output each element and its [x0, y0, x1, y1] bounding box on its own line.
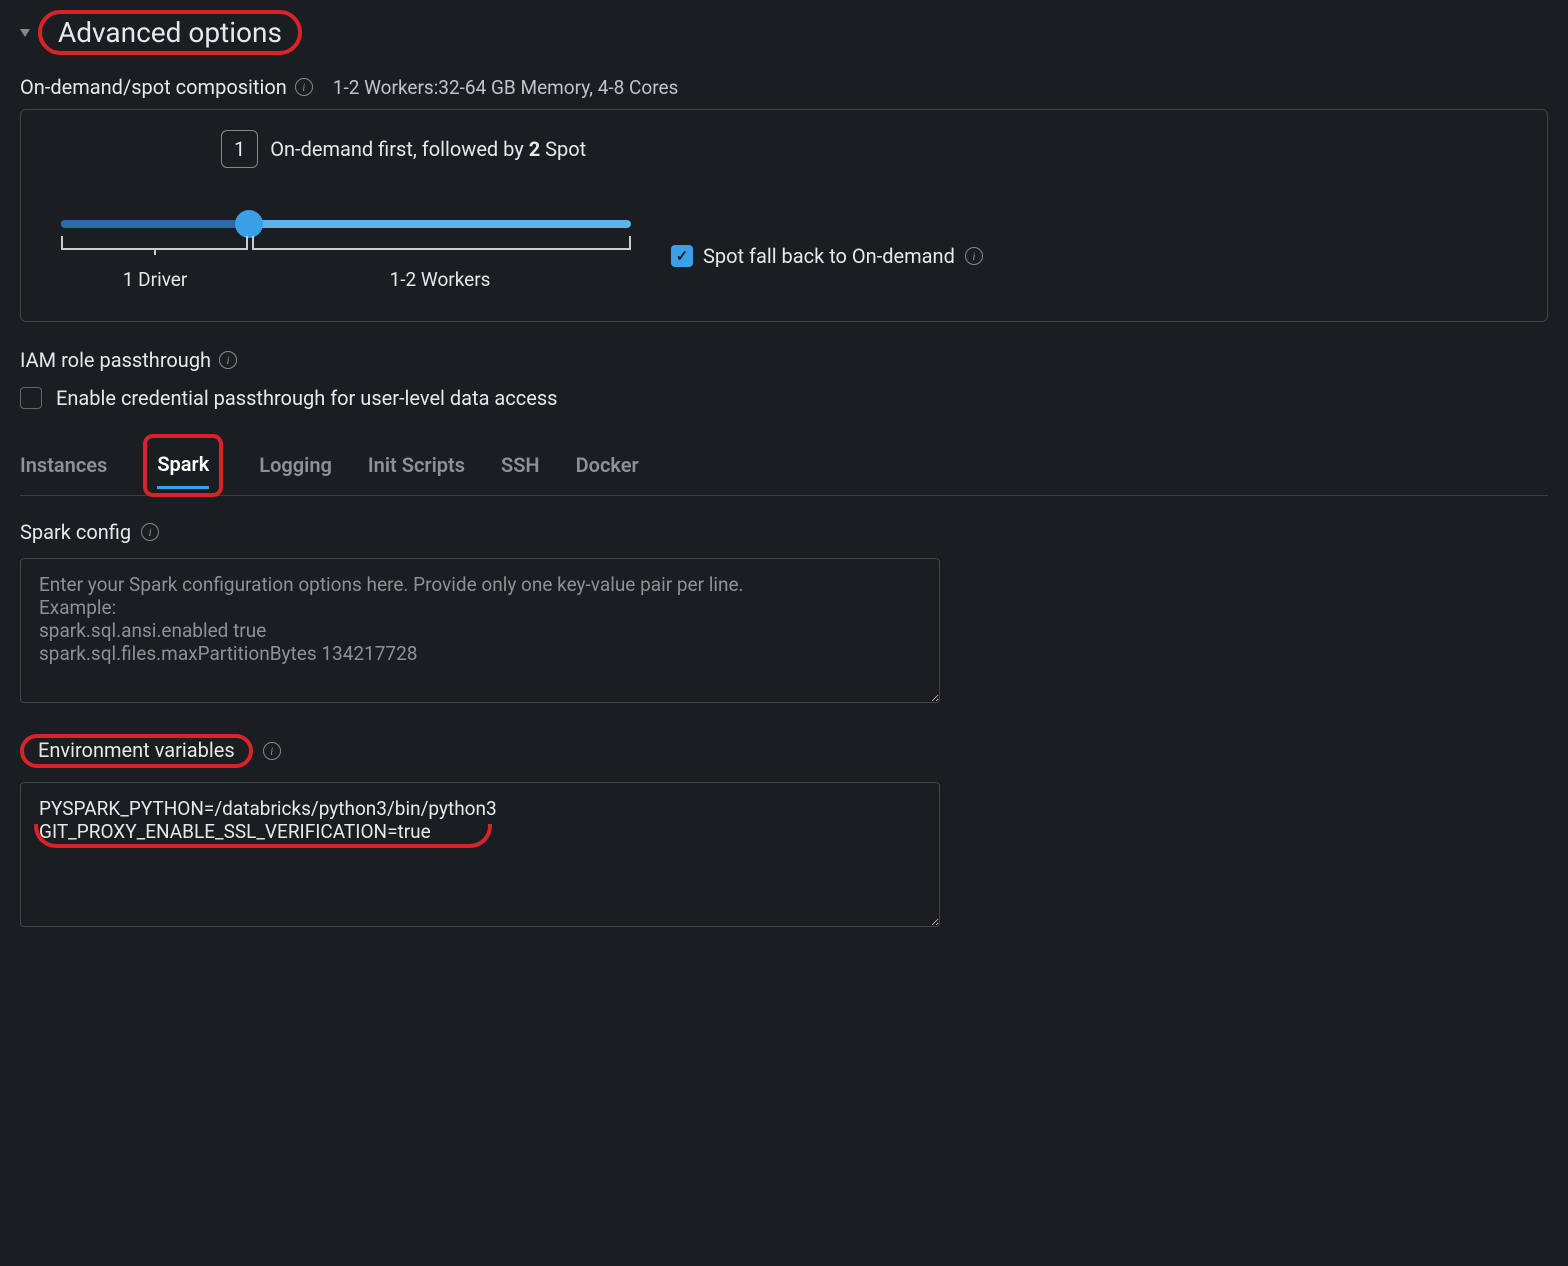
config-tabs: Instances Spark Logging Init Scripts SSH… — [20, 434, 1548, 496]
slider-value-box: 1 — [221, 130, 258, 168]
chevron-down-icon — [20, 29, 30, 37]
composition-slider[interactable]: 1 Driver 1-2 Workers — [61, 220, 631, 291]
info-icon[interactable]: i — [965, 247, 983, 265]
composition-label: On-demand/spot composition i — [20, 75, 313, 99]
spark-config-section: Spark config i — [20, 520, 1548, 708]
slider-thumb[interactable] — [235, 210, 263, 238]
info-icon[interactable]: i — [295, 78, 313, 96]
iam-section: IAM role passthrough i Enable credential… — [20, 348, 1548, 410]
section-title: Advanced options — [58, 16, 282, 49]
iam-checkbox-row: Enable credential passthrough for user-l… — [20, 386, 1548, 410]
tab-logging[interactable]: Logging — [259, 443, 332, 487]
spark-config-label: Spark config — [20, 520, 131, 544]
info-icon[interactable]: i — [141, 523, 159, 541]
workers-label: 1-2 Workers — [249, 268, 631, 291]
composition-panel: 1 On-demand first, followed by 2 Spot 1 … — [20, 109, 1548, 322]
spot-fallback-row: ✓ Spot fall back to On-demand i — [671, 244, 983, 268]
iam-checkbox-label: Enable credential passthrough for user-l… — [56, 386, 557, 410]
iam-label: IAM role passthrough i — [20, 348, 237, 372]
env-vars-textarea[interactable] — [20, 782, 940, 927]
spot-fallback-checkbox[interactable]: ✓ — [671, 245, 693, 267]
tab-ssh[interactable]: SSH — [501, 443, 540, 487]
tab-docker[interactable]: Docker — [576, 443, 639, 487]
iam-passthrough-checkbox[interactable] — [20, 387, 42, 409]
bracket-labels: 1 Driver 1-2 Workers — [61, 268, 631, 291]
tab-init-scripts[interactable]: Init Scripts — [368, 443, 465, 487]
env-vars-section: Environment variables i — [20, 734, 1548, 932]
slider-track — [61, 220, 631, 228]
tab-instances[interactable]: Instances — [20, 443, 107, 487]
highlight-annotation: Environment variables — [20, 734, 253, 768]
composition-summary: 1-2 Workers:32-64 GB Memory, 4-8 Cores — [333, 76, 679, 99]
slider-description: On-demand first, followed by 2 Spot — [270, 137, 586, 161]
info-icon[interactable]: i — [263, 742, 281, 760]
tab-spark[interactable]: Spark — [157, 442, 209, 489]
composition-label-row: On-demand/spot composition i 1-2 Workers… — [20, 75, 1548, 99]
env-vars-label: Environment variables — [38, 738, 235, 762]
spot-fallback-label: Spot fall back to On-demand — [703, 244, 955, 268]
driver-label: 1 Driver — [61, 268, 249, 291]
slider-value-row: 1 On-demand first, followed by 2 Spot — [221, 130, 586, 168]
spark-config-textarea[interactable] — [20, 558, 940, 703]
highlight-annotation: Advanced options — [38, 10, 302, 55]
slider-fill — [61, 220, 249, 228]
info-icon[interactable]: i — [219, 351, 237, 369]
highlight-annotation: Spark — [143, 434, 223, 497]
slider-brackets — [61, 236, 631, 250]
advanced-options-header[interactable]: Advanced options — [20, 10, 1548, 55]
